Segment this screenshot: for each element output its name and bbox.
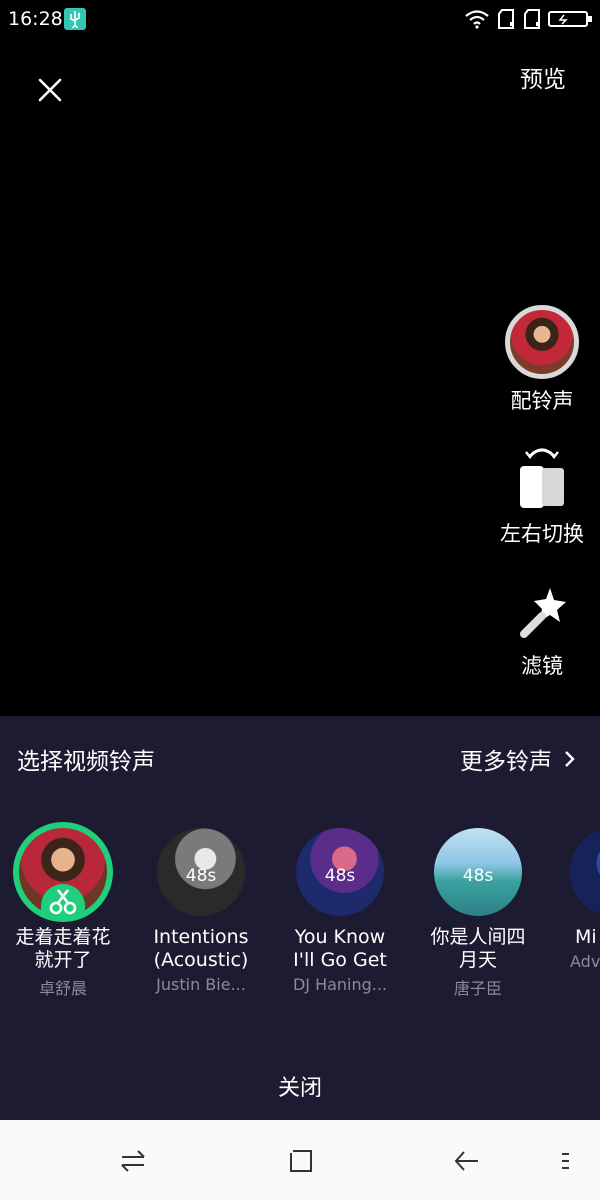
preview-button[interactable]: 预览 bbox=[520, 60, 566, 94]
song-title-line1: 你是人间四 bbox=[430, 926, 526, 948]
song-duration: 48s bbox=[185, 866, 217, 887]
song-item[interactable]: Mi Adv bbox=[546, 828, 600, 971]
song-title-line2: I'll Go Get bbox=[293, 949, 387, 971]
ringtone-sheet: 选择视频铃声 更多铃声 走着走着花 就开了 卓舒晨 48s Intentions… bbox=[0, 716, 600, 1120]
ringtone-label: 配铃声 bbox=[510, 389, 574, 413]
swap-tool[interactable]: 左右切换 bbox=[487, 446, 597, 548]
close-icon[interactable] bbox=[30, 72, 70, 112]
swap-icon bbox=[512, 446, 572, 512]
song-item[interactable]: 走着走着花 就开了 卓舒晨 bbox=[0, 822, 133, 999]
ringtone-tool[interactable]: 配铃声 bbox=[487, 305, 597, 415]
song-cover bbox=[13, 822, 113, 922]
more-ringtones-label: 更多铃声 bbox=[460, 749, 552, 775]
song-artist: DJ Haning... bbox=[292, 975, 388, 994]
song-cover: 48s bbox=[157, 828, 245, 916]
swap-label: 左右切换 bbox=[500, 522, 584, 546]
magic-wand-icon bbox=[512, 584, 572, 644]
song-artist: 唐子臣 bbox=[453, 979, 502, 998]
filter-label: 滤镜 bbox=[521, 654, 563, 678]
song-artist: 卓舒晨 bbox=[38, 979, 87, 998]
back-icon[interactable] bbox=[452, 1146, 482, 1176]
status-icons bbox=[464, 8, 594, 30]
wifi-icon bbox=[465, 10, 489, 29]
sim1-icon bbox=[498, 9, 514, 29]
close-sheet-button[interactable]: 关闭 bbox=[0, 1070, 600, 1102]
song-cover bbox=[570, 828, 600, 916]
switch-app-icon[interactable] bbox=[118, 1146, 148, 1176]
status-bar: 16:28 bbox=[0, 0, 600, 40]
song-title-line1: You Know bbox=[294, 926, 386, 948]
song-item[interactable]: 48s Intentions (Acoustic) Justin Bie... bbox=[131, 828, 271, 994]
chevron-right-icon bbox=[565, 751, 575, 767]
song-title-line2: 就开了 bbox=[34, 949, 92, 971]
sim2-icon bbox=[524, 9, 540, 29]
status-time: 16:28 bbox=[8, 8, 63, 30]
more-ringtones-link[interactable]: 更多铃声 bbox=[460, 742, 576, 776]
song-artist: Adv bbox=[570, 952, 600, 971]
nav-bar bbox=[0, 1120, 600, 1200]
ringtone-avatar bbox=[505, 305, 579, 379]
song-title-line2: (Acoustic) bbox=[153, 949, 249, 971]
song-artist: Justin Bie... bbox=[156, 975, 246, 994]
song-cover: 48s bbox=[296, 828, 384, 916]
song-item[interactable]: 48s 你是人间四 月天 唐子臣 bbox=[408, 828, 548, 999]
battery-icon bbox=[548, 11, 592, 27]
scissors-icon bbox=[41, 884, 85, 916]
song-title-line1: 走着走着花 bbox=[15, 926, 111, 948]
song-title-line2: 月天 bbox=[458, 949, 497, 971]
song-title-line1: Mi bbox=[575, 926, 597, 948]
menu-icon[interactable] bbox=[556, 1146, 586, 1176]
song-cover: 48s bbox=[434, 828, 522, 916]
filter-tool[interactable]: 滤镜 bbox=[487, 584, 597, 680]
song-duration: 48s bbox=[462, 866, 494, 887]
song-title-line1: Intentions bbox=[153, 926, 249, 948]
song-duration: 48s bbox=[324, 866, 356, 887]
usb-icon bbox=[64, 8, 86, 30]
home-icon[interactable] bbox=[286, 1146, 316, 1176]
sheet-title: 选择视频铃声 bbox=[17, 749, 155, 775]
song-item[interactable]: 48s You Know I'll Go Get DJ Haning... bbox=[270, 828, 410, 994]
